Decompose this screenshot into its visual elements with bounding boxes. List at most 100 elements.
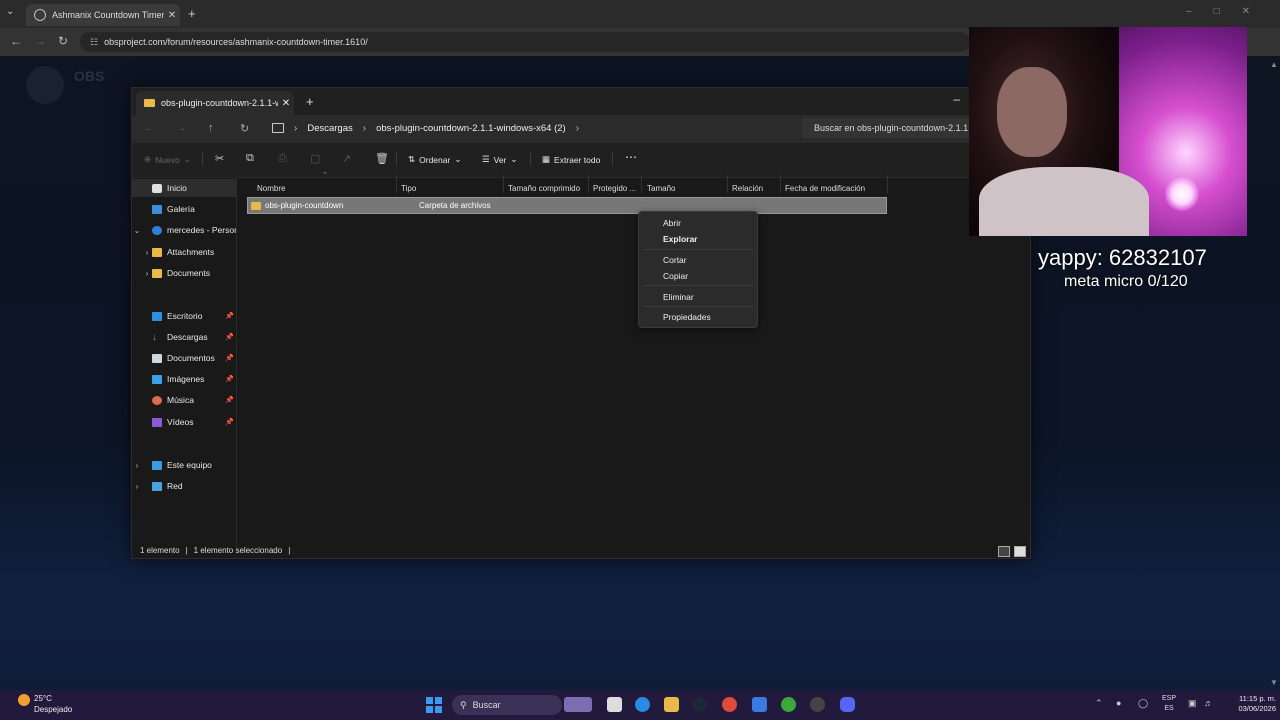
pin-icon[interactable]: 📌	[225, 418, 234, 426]
browser-tab[interactable]: Ashmanix Countdown Timer | O ✕	[26, 4, 180, 26]
sidebar-item-home[interactable]: Inicio	[132, 179, 236, 197]
address-bar[interactable]: ☷ obsproject.com/forum/resources/ashmani…	[80, 32, 970, 52]
column-divider[interactable]	[396, 175, 397, 193]
new-explorer-tab-icon[interactable]: +	[306, 94, 314, 109]
store-icon[interactable]	[752, 697, 767, 712]
column-divider[interactable]	[503, 175, 504, 193]
breadcrumb-separator-icon[interactable]: ›	[576, 123, 579, 134]
pc-icon[interactable]	[272, 123, 284, 133]
discord-icon[interactable]	[840, 697, 855, 712]
explorer-back-icon[interactable]: ←	[144, 122, 155, 134]
task-view-icon[interactable]	[607, 697, 622, 712]
extract-all-button[interactable]: ▦ Extraer todo	[542, 154, 600, 165]
weather-icon[interactable]	[18, 694, 30, 706]
close-explorer-tab-icon[interactable]: ✕	[278, 98, 294, 109]
chevron-right-icon[interactable]: ›	[132, 482, 142, 491]
explorer-forward-icon[interactable]: →	[176, 122, 187, 134]
paste-icon[interactable]: ⎙	[278, 152, 287, 165]
menu-item-properties[interactable]: Propiedades	[663, 312, 711, 322]
pin-icon[interactable]: 📌	[225, 354, 234, 362]
new-tab-icon[interactable]: +	[188, 6, 196, 21]
explorer-refresh-icon[interactable]: ↻	[240, 122, 249, 135]
tiles-view-icon[interactable]	[1014, 546, 1026, 557]
minimize-icon[interactable]: –	[953, 92, 960, 106]
menu-item-explore[interactable]: Explorar	[663, 234, 698, 244]
chrome-icon[interactable]	[722, 697, 737, 712]
sidebar-item-music[interactable]: Música 📌	[132, 391, 236, 409]
pin-icon[interactable]: 📌	[225, 312, 234, 320]
steam-icon[interactable]	[692, 697, 707, 712]
breadcrumb-separator-icon[interactable]: ›	[363, 123, 366, 134]
sidebar-item-this-pc[interactable]: › Este equipo	[132, 456, 236, 474]
network-icon[interactable]: ▣	[1188, 698, 1197, 709]
column-divider[interactable]	[780, 175, 781, 193]
sidebar-item-gallery[interactable]: Galería	[132, 200, 236, 218]
back-icon[interactable]: ←	[10, 34, 22, 48]
table-row[interactable]: obs-plugin-countdown Carpeta de archivos	[247, 197, 887, 214]
column-header-type[interactable]: Tipo	[401, 184, 416, 193]
cut-icon[interactable]: ✂	[215, 152, 224, 165]
breadcrumb-item-downloads[interactable]: Descargas	[307, 123, 352, 134]
chevron-down-icon[interactable]: ⌄	[132, 226, 142, 235]
obs-icon[interactable]	[810, 697, 825, 712]
window-controls[interactable]: –□✕	[1186, 6, 1272, 17]
pin-icon[interactable]: 📌	[225, 375, 234, 383]
column-divider[interactable]	[641, 175, 642, 193]
sidebar-item-attachments[interactable]: › Attachments	[132, 243, 236, 261]
sidebar-item-downloads[interactable]: ↓ Descargas 📌	[132, 328, 236, 346]
column-divider[interactable]	[588, 175, 589, 193]
view-button[interactable]: ☰ Ver ⌄	[482, 154, 518, 165]
pin-icon[interactable]: 📌	[225, 396, 234, 404]
menu-item-copy[interactable]: Copiar	[663, 271, 688, 281]
close-tab-icon[interactable]: ✕	[164, 10, 180, 21]
edge-icon[interactable]	[635, 697, 650, 712]
xbox-icon[interactable]	[781, 697, 796, 712]
sort-button[interactable]: ⇅ Ordenar ⌄	[408, 154, 461, 165]
scroll-up-icon[interactable]: ▲	[1270, 60, 1278, 69]
weather-widget[interactable]: 25°C Despejado	[34, 693, 72, 715]
volume-icon[interactable]: ♬	[1204, 698, 1213, 708]
sidebar-item-network[interactable]: › Red	[132, 477, 236, 495]
sidebar-item-documents[interactable]: Documentos 📌	[132, 349, 236, 367]
column-divider[interactable]	[887, 175, 888, 193]
sidebar-item-desktop[interactable]: Escritorio 📌	[132, 307, 236, 325]
column-header-compressed-size[interactable]: Tamaño comprimido	[508, 184, 580, 193]
breadcrumb-item-folder[interactable]: obs-plugin-countdown-2.1.1-windows-x64 (…	[376, 123, 566, 134]
clock[interactable]: 11:15 p. m. 03/06/2026	[1224, 694, 1276, 714]
file-explorer-icon[interactable]	[664, 697, 679, 712]
column-header-name[interactable]: Nombre	[257, 184, 285, 193]
sidebar-item-videos[interactable]: Vídeos 📌	[132, 413, 236, 431]
more-options-icon[interactable]: ⋯	[625, 150, 637, 164]
forward-icon[interactable]: →	[34, 34, 46, 48]
sidebar-item-images[interactable]: Imágenes 📌	[132, 370, 236, 388]
share-icon[interactable]: ↗	[342, 152, 351, 165]
reload-icon[interactable]: ↻	[58, 34, 68, 48]
explorer-up-icon[interactable]: ↑	[208, 122, 214, 134]
explorer-tab[interactable]: obs-plugin-countdown-2.1.1-w ✕	[136, 91, 294, 115]
obs-logo-icon[interactable]	[26, 66, 64, 104]
copy-icon[interactable]: ⧉	[246, 152, 254, 165]
language-indicator[interactable]: ESP ES	[1162, 694, 1176, 714]
sidebar-item-documents-cloud[interactable]: › Documents	[132, 264, 236, 282]
scroll-down-icon[interactable]: ▼	[1270, 678, 1278, 687]
start-icon[interactable]	[426, 697, 442, 713]
tray-chevron-up-icon[interactable]: ⌃	[1095, 698, 1103, 709]
sidebar-item-onedrive[interactable]: ⌄ mercedes - Personal	[132, 221, 236, 239]
column-divider[interactable]	[727, 175, 728, 193]
menu-item-open[interactable]: Abrir	[663, 218, 681, 228]
tray-app-icon[interactable]: ●	[1116, 698, 1121, 708]
column-header-ratio[interactable]: Relación	[732, 184, 763, 193]
chevron-right-icon[interactable]: ›	[132, 461, 142, 470]
breadcrumb-separator-icon[interactable]: ›	[294, 123, 297, 134]
microphone-icon[interactable]: ◯	[1138, 698, 1148, 709]
column-header-protected[interactable]: Protegido ...	[593, 184, 636, 193]
menu-item-delete[interactable]: Eliminar	[663, 292, 694, 302]
details-view-icon[interactable]	[998, 546, 1010, 557]
chevron-right-icon[interactable]: ›	[142, 269, 152, 278]
taskbar-search[interactable]: ⚲ Buscar	[452, 695, 562, 715]
menu-item-cut[interactable]: Cortar	[663, 255, 687, 265]
tab-search-dropdown-icon[interactable]: ⌄	[6, 6, 14, 17]
new-button[interactable]: ⊕ Nuevo ⌄	[144, 154, 191, 165]
column-header-size[interactable]: Tamaño	[647, 184, 675, 193]
app-icon[interactable]	[564, 697, 592, 712]
